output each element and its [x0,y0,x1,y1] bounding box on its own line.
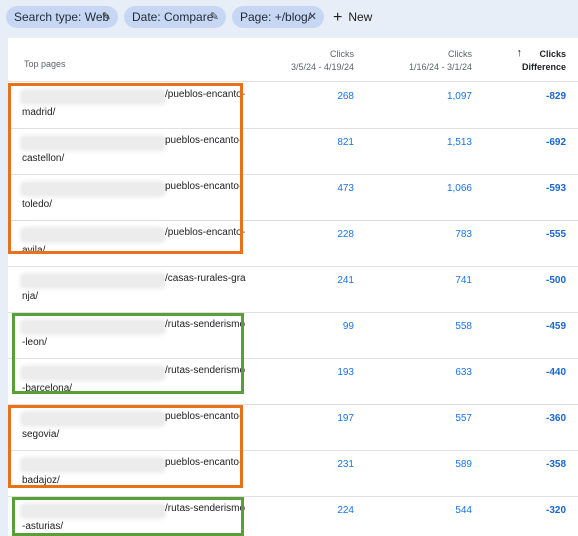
page-url-part2: segovia/ [22,429,60,440]
page-url-part2: toledo/ [22,199,53,210]
table-row[interactable]: pueblos-encanto- castellon/ 821 1,513 -6… [8,129,578,175]
column-header-clicks-difference-title: Clicks [539,49,566,59]
clicks-current: 473 [337,183,354,194]
table-row[interactable]: /pueblos-encanto- avila/ 228 783 -555 [8,221,578,267]
clicks-current: 224 [337,505,354,516]
clicks-current: 241 [337,275,354,286]
column-header-clicks-previous[interactable]: Clicks 1/16/24 - 3/1/24 [409,48,472,74]
page-url-part1: /rutas-senderismo [165,365,246,376]
table-header: Top pages Clicks 3/5/24 - 4/19/24 Clicks… [8,38,578,82]
clicks-previous: 783 [455,229,472,240]
new-filter-label: New [348,10,373,24]
clicks-previous: 741 [455,275,472,286]
clicks-previous: 589 [455,459,472,470]
clicks-previous: 558 [455,321,472,332]
redacted-url-prefix [22,505,164,517]
redacted-url-prefix [22,367,164,379]
plus-icon: + [333,9,343,26]
clicks-difference: -360 [545,413,566,424]
page-url-part1: /rutas-senderismo [165,319,246,330]
table-row[interactable]: /rutas-senderismo -asturias/ 224 544 -32… [8,497,578,536]
table-row[interactable]: /pueblos-encanto- madrid/ 268 1,097 -829 [8,83,578,129]
filter-bar: Search type: Web ✎ Date: Compare ✎ Page:… [0,0,578,36]
clicks-difference: -358 [545,459,566,470]
page-url-part2: -barcelona/ [22,383,73,394]
page-url-part1: /pueblos-encanto- [165,89,246,100]
clicks-difference: -829 [545,91,566,102]
page-url-part2: avila/ [22,245,46,256]
redacted-url-prefix [22,91,164,103]
table-row[interactable]: pueblos-encanto- badajoz/ 231 589 -358 [8,451,578,497]
page-url-part2: castellon/ [22,153,65,164]
page-url-part2: madrid/ [22,107,56,118]
table-row[interactable]: pueblos-encanto- segovia/ 197 557 -360 [8,405,578,451]
filter-chip-search-type[interactable]: Search type: Web ✎ [6,6,118,28]
redacted-url-prefix [22,137,164,149]
page-url-part2: badajoz/ [22,475,60,486]
page-url-part1: pueblos-encanto- [165,411,243,422]
page-url-part2: -leon/ [22,337,48,348]
filter-chip-search-type-label: Search type: Web [14,10,110,24]
table-row[interactable]: /rutas-senderismo -barcelona/ 193 633 -4… [8,359,578,405]
column-header-clicks-current-range: 3/5/24 - 4/19/24 [290,62,354,72]
filter-chip-date-label: Date: Compare [132,10,214,24]
clicks-current: 99 [342,321,354,332]
filter-chip-page-label: Page: +/blog/ [240,10,312,24]
clicks-current: 268 [337,91,354,102]
column-header-clicks-current-title: Clicks [330,49,354,59]
column-header-clicks-difference[interactable]: Clicks Difference [522,48,566,74]
filter-chip-page[interactable]: Page: +/blog/ ✕ [232,6,324,28]
clicks-difference: -593 [545,183,566,194]
column-header-clicks-difference-sub: Difference [521,62,566,72]
close-icon[interactable]: ✕ [308,6,317,28]
page-url-part1: /rutas-senderismo [165,503,246,514]
clicks-difference: -692 [545,137,566,148]
page-url-part1: /casas-rurales-gra [165,273,246,284]
page-url-part2: -asturias/ [22,521,64,532]
column-header-clicks-current[interactable]: Clicks 3/5/24 - 4/19/24 [291,48,354,74]
page-url-part1: pueblos-encanto- [165,181,243,192]
clicks-current: 821 [337,137,354,148]
clicks-previous: 1,513 [446,137,472,148]
clicks-current: 193 [337,367,354,378]
table-row[interactable]: /casas-rurales-gra nja/ 241 741 -500 [8,267,578,313]
clicks-difference: -320 [545,505,566,516]
redacted-url-prefix [22,459,164,471]
page-url-part1: pueblos-encanto- [165,457,243,468]
column-header-clicks-previous-title: Clicks [448,49,472,59]
page-url-part1: /pueblos-encanto- [165,227,246,238]
redacted-url-prefix [22,275,164,287]
clicks-previous: 544 [455,505,472,516]
redacted-url-prefix [22,413,164,425]
column-header-clicks-previous-range: 1/16/24 - 3/1/24 [408,62,472,72]
clicks-difference: -500 [545,275,566,286]
pencil-icon[interactable]: ✎ [210,6,219,28]
clicks-previous: 557 [455,413,472,424]
page-url-part1: pueblos-encanto- [165,135,243,146]
redacted-url-prefix [22,183,164,195]
clicks-previous: 1,066 [446,183,472,194]
clicks-current: 197 [337,413,354,424]
clicks-difference: -555 [545,229,566,240]
table-row[interactable]: pueblos-encanto- toledo/ 473 1,066 -593 [8,175,578,221]
new-filter-button[interactable]: + New [333,6,372,28]
page-url-part2: nja/ [22,291,39,302]
clicks-difference: -440 [545,367,566,378]
top-pages-table: Top pages Clicks 3/5/24 - 4/19/24 Clicks… [8,38,578,536]
clicks-previous: 633 [455,367,472,378]
redacted-url-prefix [22,321,164,333]
clicks-current: 231 [337,459,354,470]
clicks-difference: -459 [545,321,566,332]
redacted-url-prefix [22,229,164,241]
clicks-previous: 1,097 [446,91,472,102]
table-row[interactable]: /rutas-senderismo -leon/ 99 558 -459 [8,313,578,359]
column-header-top-pages[interactable]: Top pages [24,58,66,71]
pencil-icon[interactable]: ✎ [102,6,111,28]
filter-chip-date[interactable]: Date: Compare ✎ [124,6,226,28]
clicks-current: 228 [337,229,354,240]
